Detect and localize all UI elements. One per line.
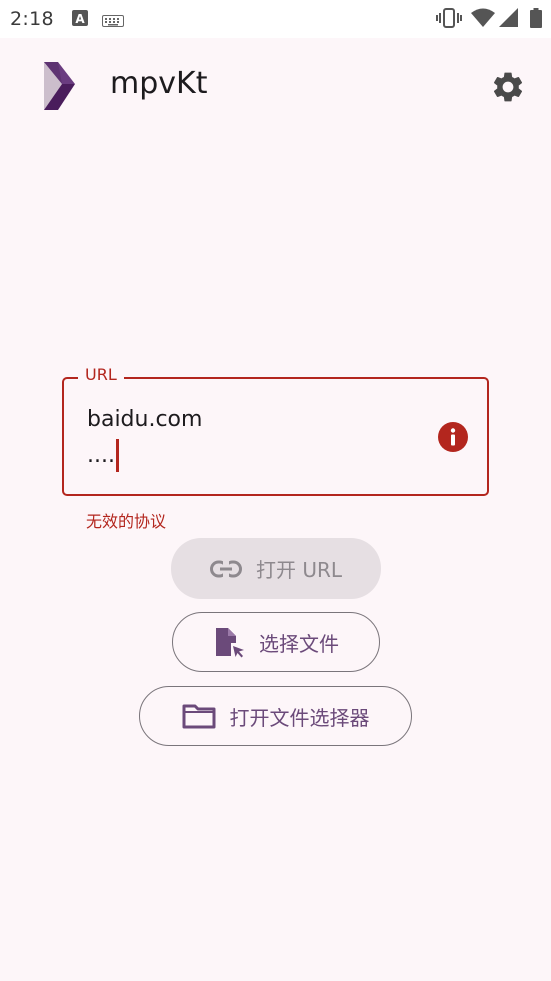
app-title: mpvKt	[110, 66, 208, 101]
open-file-picker-label: 打开文件选择器	[229, 705, 370, 730]
vibrate-icon	[436, 8, 462, 32]
gear-icon[interactable]	[490, 69, 526, 109]
text-a-notification-icon: A	[72, 10, 88, 30]
url-error-text: 无效的协议	[86, 512, 167, 531]
error-info-icon	[437, 421, 469, 457]
open-file-picker-button[interactable]: 打开文件选择器	[139, 686, 412, 746]
choose-file-label: 选择文件	[259, 631, 339, 656]
url-field-label: URL	[78, 365, 124, 384]
cell-signal-icon	[499, 8, 519, 32]
wifi-icon	[471, 8, 495, 32]
status-bar: 2:18 A	[0, 0, 551, 38]
mpvkt-logo	[38, 60, 78, 116]
battery-icon	[530, 8, 542, 32]
url-input-value[interactable]: baidu.com ....	[87, 402, 417, 474]
folder-icon	[182, 703, 216, 729]
status-time: 2:18	[10, 8, 54, 30]
text-cursor	[116, 439, 119, 472]
svg-text:A: A	[75, 12, 85, 26]
open-url-button[interactable]: 打开 URL	[171, 538, 381, 599]
open-url-label: 打开 URL	[255, 558, 343, 582]
link-icon	[209, 559, 242, 578]
keyboard-icon	[102, 12, 124, 31]
file-select-icon	[213, 626, 245, 658]
choose-file-button[interactable]: 选择文件	[172, 612, 380, 672]
top-app-bar: mpvKt	[0, 38, 551, 134]
